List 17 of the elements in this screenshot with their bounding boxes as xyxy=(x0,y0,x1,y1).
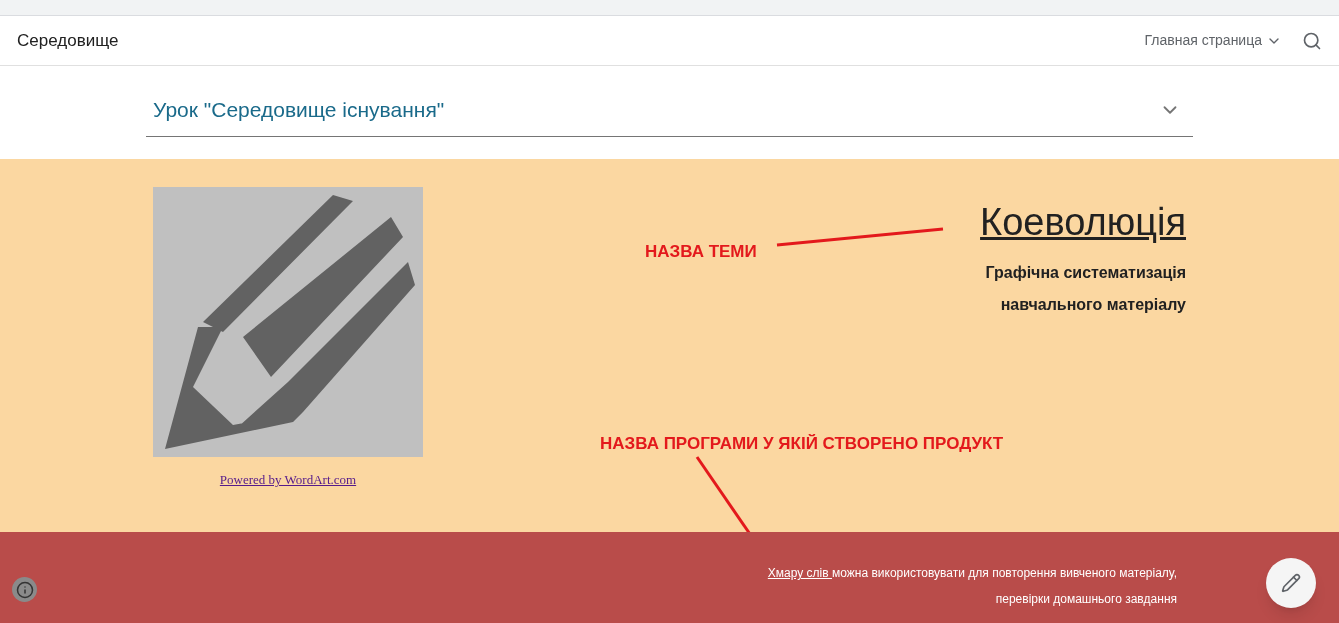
subtitle-line: навчального матеріалу xyxy=(1000,294,1186,315)
footer-text: Хмару слів можна використовувати для повторення вивченого матеріалу, xyxy=(767,565,1177,582)
annotation-label: НАЗВА ПРОГРАМИ У ЯКІЙ СТВОРЕНО ПРОДУКТ xyxy=(600,433,1004,455)
info-icon xyxy=(15,580,34,599)
edit-icon xyxy=(1281,573,1301,593)
search-icon[interactable] xyxy=(1302,30,1322,51)
word-cloud-link[interactable]: Хмару слів xyxy=(767,566,832,580)
info-button[interactable] xyxy=(12,577,37,602)
subtitle-line: Графічна систематизація xyxy=(985,262,1186,283)
annotation-label: НАЗВА ТЕМИ xyxy=(645,241,757,263)
accordion-header[interactable]: Урок "Середовище існування" xyxy=(146,94,1193,137)
wordart-link[interactable]: Powered by WordArt.com xyxy=(219,470,357,490)
footer-text: перевірки домашнього завдання xyxy=(995,591,1177,608)
topic-heading: Коеволюція xyxy=(980,200,1186,245)
site-title[interactable]: Середовище xyxy=(17,27,119,54)
edit-button[interactable] xyxy=(1266,558,1316,608)
nav-dropdown[interactable]: Главная страница xyxy=(1144,30,1282,51)
